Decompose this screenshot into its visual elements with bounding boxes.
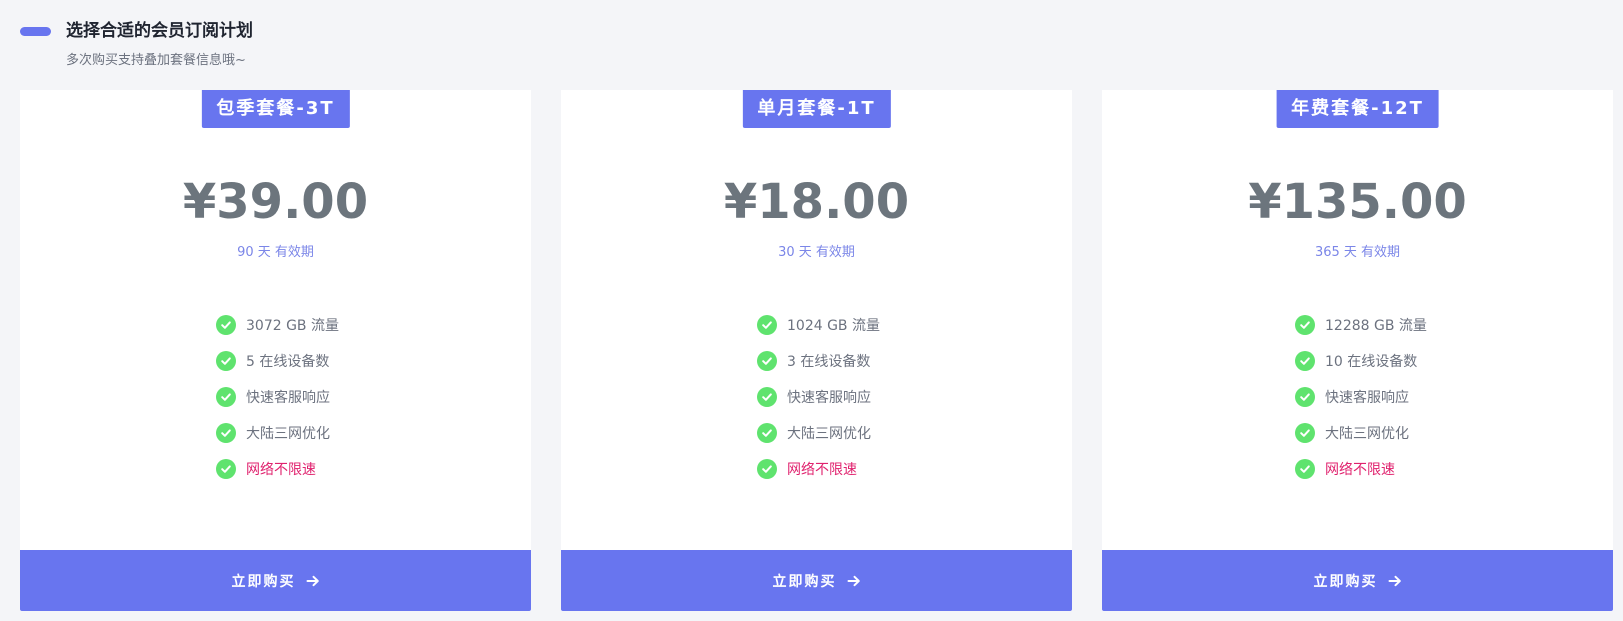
feature-item: 网络不限速 [216, 451, 339, 487]
buy-now-button[interactable]: 立即购买 [1102, 550, 1613, 611]
feature-list: 3072 GB 流量 5 在线设备数 快速客服响应 大陆三网优化 网络不限速 [216, 307, 339, 487]
feature-list: 1024 GB 流量 3 在线设备数 快速客服响应 大陆三网优化 网络不限速 [757, 307, 880, 487]
feature-item: 3 在线设备数 [757, 343, 880, 379]
feature-text: 网络不限速 [787, 462, 857, 478]
feature-item: 大陆三网优化 [1295, 415, 1427, 451]
check-circle-icon [757, 387, 777, 407]
feature-text: 3 在线设备数 [787, 354, 871, 370]
feature-text: 大陆三网优化 [246, 426, 330, 442]
feature-item: 12288 GB 流量 [1295, 307, 1427, 343]
feature-text: 5 在线设备数 [246, 354, 330, 370]
check-circle-icon [757, 423, 777, 443]
header-accent-bar [20, 27, 51, 36]
feature-item: 快速客服响应 [1295, 379, 1427, 415]
feature-text: 快速客服响应 [246, 390, 330, 406]
feature-item: 大陆三网优化 [216, 415, 339, 451]
plan-price: ¥39.00 [182, 174, 369, 230]
check-circle-icon [757, 459, 777, 479]
feature-text: 12288 GB 流量 [1325, 318, 1427, 334]
check-circle-icon [216, 351, 236, 371]
plan-card: 包季套餐-3T ¥39.00 90 天 有效期 3072 GB 流量 5 在线设… [20, 90, 531, 611]
check-circle-icon [216, 459, 236, 479]
check-circle-icon [1295, 459, 1315, 479]
plan-card: 单月套餐-1T ¥18.00 30 天 有效期 1024 GB 流量 3 在线设… [561, 90, 1072, 611]
feature-text: 大陆三网优化 [787, 426, 871, 442]
feature-item: 快速客服响应 [216, 379, 339, 415]
feature-item: 10 在线设备数 [1295, 343, 1427, 379]
buy-button-label: 立即购买 [772, 573, 837, 590]
feature-item: 大陆三网优化 [757, 415, 880, 451]
feature-text: 10 在线设备数 [1325, 354, 1418, 370]
buy-now-button[interactable]: 立即购买 [20, 550, 531, 611]
feature-text: 3072 GB 流量 [246, 318, 339, 334]
plan-price: ¥18.00 [723, 174, 910, 230]
plan-price: ¥135.00 [1248, 174, 1467, 230]
plan-validity: 90 天 有效期 [237, 245, 314, 260]
feature-item: 快速客服响应 [757, 379, 880, 415]
arrow-right-icon [1388, 574, 1402, 588]
plan-name: 单月套餐-1T [742, 90, 891, 128]
check-circle-icon [757, 351, 777, 371]
feature-text: 1024 GB 流量 [787, 318, 880, 334]
check-circle-icon [757, 315, 777, 335]
page-subtitle: 多次购买支持叠加套餐信息哦~ [66, 53, 246, 68]
buy-now-button[interactable]: 立即购买 [561, 550, 1072, 611]
check-circle-icon [1295, 315, 1315, 335]
feature-item: 网络不限速 [757, 451, 880, 487]
page-title: 选择合适的会员订阅计划 [66, 21, 253, 41]
feature-text: 大陆三网优化 [1325, 426, 1409, 442]
plan-validity: 30 天 有效期 [778, 245, 855, 260]
check-circle-icon [216, 387, 236, 407]
plan-validity: 365 天 有效期 [1314, 245, 1401, 260]
check-circle-icon [1295, 351, 1315, 371]
check-circle-icon [1295, 423, 1315, 443]
check-circle-icon [216, 423, 236, 443]
check-circle-icon [1295, 387, 1315, 407]
buy-button-label: 立即购买 [1313, 573, 1378, 590]
arrow-right-icon [306, 574, 320, 588]
feature-text: 网络不限速 [246, 462, 316, 478]
feature-item: 5 在线设备数 [216, 343, 339, 379]
feature-text: 网络不限速 [1325, 462, 1395, 478]
plan-name: 年费套餐-12T [1276, 90, 1439, 128]
plan-card: 年费套餐-12T ¥135.00 365 天 有效期 12288 GB 流量 1… [1102, 90, 1613, 611]
feature-list: 12288 GB 流量 10 在线设备数 快速客服响应 大陆三网优化 网络不限速 [1295, 307, 1427, 487]
plan-name: 包季套餐-3T [201, 90, 350, 128]
check-circle-icon [216, 315, 236, 335]
feature-item: 3072 GB 流量 [216, 307, 339, 343]
feature-text: 快速客服响应 [787, 390, 871, 406]
feature-item: 网络不限速 [1295, 451, 1427, 487]
arrow-right-icon [847, 574, 861, 588]
buy-button-label: 立即购买 [231, 573, 296, 590]
feature-text: 快速客服响应 [1325, 390, 1409, 406]
feature-item: 1024 GB 流量 [757, 307, 880, 343]
